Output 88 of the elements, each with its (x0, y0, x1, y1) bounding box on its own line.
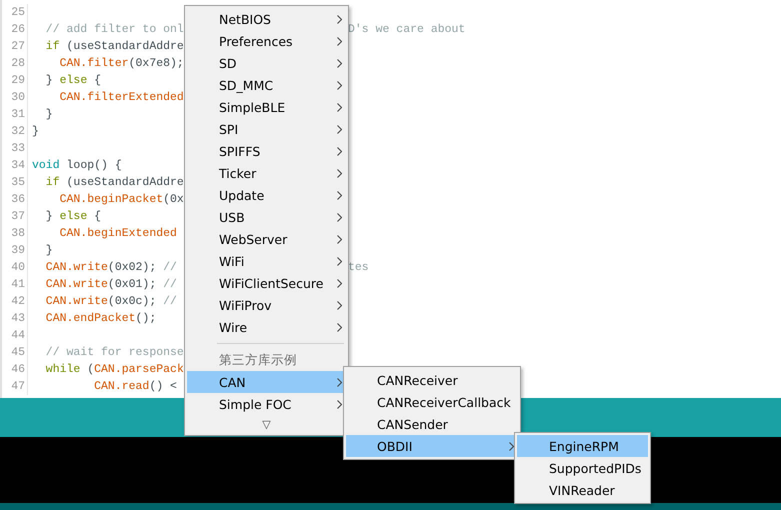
line-number: 40 (2, 259, 28, 276)
menu-item[interactable]: WiFiClientSecure (187, 272, 346, 294)
menu-item[interactable]: WebServer (187, 228, 346, 250)
line-number: 34 (2, 157, 28, 174)
menu-item[interactable]: USB (187, 206, 346, 228)
chevron-right-icon (337, 378, 342, 386)
line-number: 32 (2, 123, 28, 140)
code-line: tes (348, 261, 370, 274)
line-number: 27 (2, 38, 28, 55)
chevron-right-icon (337, 58, 342, 68)
code-line: CAN.beginPacket(0x (58, 193, 184, 206)
line-number: 39 (2, 242, 28, 259)
menu-item[interactable]: Wire (187, 316, 346, 338)
menu-item[interactable]: SPIFFS (187, 140, 346, 162)
chevron-right-icon (337, 168, 342, 178)
menu-item[interactable]: SD_MMC (187, 74, 346, 96)
chevron-right-icon (509, 442, 514, 450)
line-number: 43 (2, 310, 28, 327)
chevron-right-icon (337, 146, 342, 156)
chevron-right-icon (337, 212, 342, 222)
menu-item[interactable]: WiFi (187, 250, 346, 272)
line-number: 41 (2, 276, 28, 293)
line-number: 31 (2, 106, 28, 123)
code-line: void loop() { (31, 159, 123, 172)
line-number: 33 (2, 140, 28, 157)
code-line: CAN.beginExtended (58, 227, 178, 240)
line-number: 37 (2, 208, 28, 225)
menu-item[interactable]: Update (187, 184, 346, 206)
line-number: 44 (2, 327, 28, 344)
code-line: D's we care about (348, 23, 466, 36)
code-line: // wait for response (44, 346, 184, 359)
code-line: } (44, 108, 54, 121)
code-line: CAN.write(0x01); // (44, 278, 178, 291)
chevron-right-icon (337, 234, 342, 244)
menu-item[interactable]: WiFiProv (187, 294, 346, 316)
menu-item[interactable]: EngineRPM (517, 435, 648, 457)
menu-item[interactable]: CANReceiverCallback (346, 391, 518, 413)
menu-item[interactable]: CAN (187, 371, 346, 393)
line-number: 42 (2, 293, 28, 310)
code-line: CAN.write(0x02); // (44, 261, 178, 274)
code-line: if (useStandardAddre (44, 176, 184, 189)
line-number: 30 (2, 89, 28, 106)
code-line: } (31, 125, 40, 138)
line-number: 35 (2, 174, 28, 191)
chevron-right-icon (337, 190, 342, 200)
line-number: 36 (2, 191, 28, 208)
chevron-right-icon (337, 14, 342, 24)
code-line: if (useStandardAddre (44, 40, 184, 53)
line-number: 29 (2, 72, 28, 89)
menu-section-header: 第三方库示例 (218, 350, 298, 368)
menu-item[interactable]: SupportedPIDs (517, 457, 648, 479)
code-line: } (44, 244, 54, 257)
chevron-right-icon (337, 80, 342, 90)
scroll-down-arrow[interactable]: ▽ (187, 415, 346, 433)
chevron-right-icon (337, 102, 342, 112)
line-number: 28 (2, 55, 28, 72)
menu-item[interactable]: SPI (187, 118, 346, 140)
menu-item[interactable]: Preferences (187, 30, 346, 52)
code-line: } else { (44, 210, 102, 223)
menu-item[interactable]: CANSender (346, 413, 518, 435)
line-number: 46 (2, 361, 28, 378)
code-line: CAN.read() < (93, 380, 178, 393)
code-line: CAN.filter(0x7e8); (58, 57, 184, 70)
code-line: } else { (44, 74, 102, 87)
menu-item[interactable]: SimpleBLE (187, 96, 346, 118)
line-number: 25 (2, 4, 28, 21)
code-line: while (CAN.parsePack (44, 363, 184, 376)
chevron-right-icon (337, 256, 342, 266)
code-line: CAN.endPacket(); (44, 312, 158, 325)
code-line: // add filter to onl (44, 23, 184, 36)
code-line: CAN.filterExtended (58, 91, 184, 104)
menu-item[interactable]: Simple FOC (187, 393, 346, 415)
code-line: CAN.write(0x0c); // (44, 295, 178, 308)
chevron-right-icon (337, 300, 342, 310)
chevron-right-icon (337, 124, 342, 134)
menu-item[interactable]: NetBIOS (187, 8, 346, 30)
chevron-right-icon (337, 322, 342, 332)
line-number: 26 (2, 21, 28, 38)
line-number: 38 (2, 225, 28, 242)
chevron-right-icon (337, 278, 342, 288)
menu-item[interactable]: CANReceiver (346, 369, 518, 391)
line-number: 47 (2, 378, 28, 395)
menu-item[interactable]: Ticker (187, 162, 346, 184)
menu-item[interactable]: VINReader (517, 479, 648, 501)
menu-item[interactable]: SD (187, 52, 346, 74)
chevron-right-icon (337, 400, 342, 408)
chevron-right-icon (337, 36, 342, 46)
line-number: 45 (2, 344, 28, 361)
